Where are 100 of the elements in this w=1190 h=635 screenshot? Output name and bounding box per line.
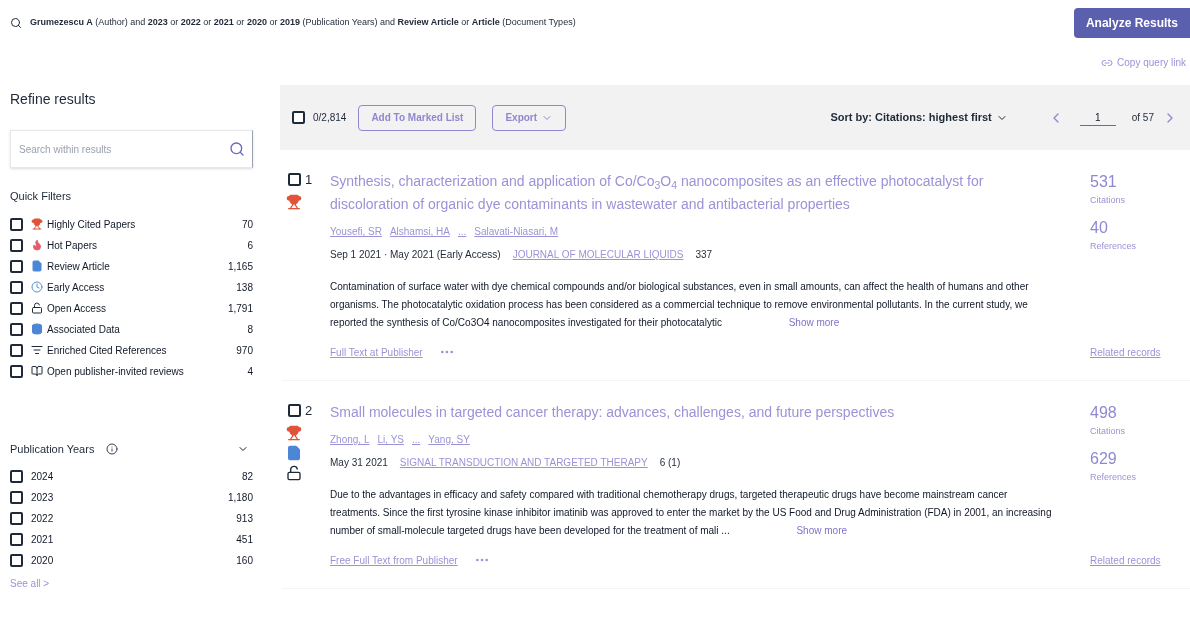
- checkbox[interactable]: [10, 512, 23, 525]
- sort-dropdown[interactable]: Sort by: Citations: highest first: [830, 109, 1008, 126]
- citation-count[interactable]: 531: [1090, 170, 1190, 194]
- journal-link[interactable]: JOURNAL OF MOLECULAR LIQUIDS: [512, 247, 684, 262]
- record-title[interactable]: Small molecules in targeted cancer therapy: advances, challenges, and future perspectives: [330, 401, 1078, 424]
- trophy-icon: [286, 193, 302, 210]
- document-icon: [286, 444, 302, 461]
- analyze-results-button[interactable]: Analyze Results: [1073, 7, 1190, 38]
- search-icon[interactable]: [229, 141, 245, 157]
- search-icon: [10, 16, 22, 29]
- export-button[interactable]: Export: [492, 104, 567, 131]
- record-title[interactable]: Synthesis, characterization and application of Co/Co$_{3}$O$_{4}$ nanocomposites as an effective photocatalyst for discoloration of organic dye contaminants in wastewater and antibacterial properties: [330, 170, 1078, 216]
- author-link[interactable]: Zhong, L: [330, 432, 370, 447]
- citations-label: Citations: [1090, 425, 1126, 438]
- selected-count: 0/2,814: [313, 111, 347, 125]
- lock-icon: [286, 464, 302, 481]
- checkbox[interactable]: [10, 470, 23, 483]
- author-link[interactable]: Yousefi, SR: [330, 224, 382, 239]
- lock-icon: [31, 302, 43, 314]
- filter-label[interactable]: Highly Cited Papers: [47, 216, 238, 232]
- query-text: Grumezescu A (Author) and 2023 or 2022 or 2021 or 2020 or 2019 (Publication Years) and Review Article or Article (Document Types): [30, 15, 576, 29]
- filter-count: 4: [247, 364, 253, 379]
- author-link[interactable]: Yang, SY: [428, 432, 470, 447]
- show-more-link[interactable]: Show more: [796, 525, 848, 536]
- filter-label[interactable]: Associated Data: [47, 321, 244, 337]
- trophy-icon: [286, 424, 302, 441]
- year-label[interactable]: 2022: [31, 511, 229, 526]
- year-label[interactable]: 2024: [31, 469, 234, 484]
- filter-label[interactable]: Open Access: [47, 300, 224, 316]
- checkbox[interactable]: [292, 111, 305, 124]
- reference-count[interactable]: 629: [1090, 446, 1190, 471]
- abstract-text: Due to the advantages in efficacy and safety compared with traditional chemotherapy drugs, targeted therapeutic drugs have become mainstream cancer treatments. Since the first tyrosine kinase inhibitor imatinib was approved to enter the market by the US Food and Drug Administration (FDA) in 2001, an increasing number of small-molecule targeted drugs have been developed for the treatment of mali ... Show more: [330, 488, 1053, 538]
- filter-count: 1,791: [227, 301, 253, 316]
- year-label[interactable]: 2021: [31, 532, 229, 547]
- author-link[interactable]: Salavati-Niasari, M: [474, 224, 559, 239]
- reference-count[interactable]: 40: [1090, 215, 1190, 240]
- full-text-link[interactable]: Full Text at Publisher: [330, 344, 423, 360]
- filter-count: 6: [247, 238, 253, 253]
- citation-count[interactable]: 498: [1090, 401, 1190, 425]
- full-text-link[interactable]: Free Full Text from Publisher: [330, 552, 458, 568]
- section-title: Publication Years: [10, 441, 95, 457]
- volume: 6 (1): [659, 456, 681, 470]
- year-label[interactable]: 2023: [31, 490, 220, 505]
- search-field[interactable]: Search within results: [10, 130, 253, 168]
- filter-count: 970: [236, 343, 253, 358]
- checkbox[interactable]: [10, 280, 23, 294]
- page-total: of 57: [1131, 111, 1154, 125]
- publication-date: Sep 1 2021 · May 2021 (Early Access): [330, 248, 501, 262]
- checkbox[interactable]: [287, 404, 301, 418]
- filter-label[interactable]: Review Article: [47, 258, 224, 274]
- record-number: 1: [304, 171, 313, 189]
- author-link[interactable]: Li, YS: [377, 432, 404, 447]
- copy-query-link[interactable]: Copy query link: [1117, 55, 1186, 70]
- checkbox[interactable]: [10, 259, 23, 273]
- year-label[interactable]: 2020: [31, 553, 229, 568]
- checkbox[interactable]: [10, 343, 23, 357]
- publication-date: May 31 2021: [330, 456, 388, 470]
- filter-label[interactable]: Early Access: [47, 279, 233, 295]
- references-label: References: [1090, 239, 1138, 253]
- year-count: 1,180: [227, 491, 253, 505]
- book-icon: [31, 365, 43, 377]
- section-title: Quick Filters: [10, 189, 73, 204]
- checkbox[interactable]: [10, 364, 23, 378]
- page-field[interactable]: 1: [1079, 109, 1116, 126]
- filter-count: 138: [236, 280, 253, 295]
- filter-label[interactable]: Hot Papers: [47, 237, 244, 253]
- author-link[interactable]: ...: [412, 432, 421, 447]
- checkbox[interactable]: [10, 238, 23, 252]
- journal-link[interactable]: SIGNAL TRANSDUCTION AND TARGETED THERAPY: [399, 455, 648, 470]
- checkbox[interactable]: [287, 173, 301, 187]
- checkbox[interactable]: [10, 533, 23, 546]
- year-count: 82: [241, 470, 253, 484]
- filter-count: 8: [247, 322, 253, 337]
- database-icon: [31, 323, 43, 335]
- year-count: 451: [236, 533, 253, 547]
- related-records-link[interactable]: Related records: [1090, 553, 1190, 568]
- show-more-link[interactable]: Show more: [788, 317, 840, 328]
- filter-count: 70: [241, 217, 253, 232]
- year-count: 913: [236, 512, 253, 526]
- author-link[interactable]: Alshamsi, HA: [389, 224, 450, 239]
- citations-label: Citations: [1090, 194, 1126, 207]
- record-number: 2: [304, 402, 313, 420]
- add-to-marked-list-button[interactable]: Add To Marked List: [358, 104, 477, 131]
- references-label: References: [1090, 470, 1138, 484]
- filter-label[interactable]: Open publisher-invited reviews: [47, 363, 244, 379]
- flame-icon: [31, 239, 43, 251]
- checkbox[interactable]: [10, 554, 23, 567]
- checkbox[interactable]: [10, 322, 23, 336]
- checkbox[interactable]: [10, 217, 23, 231]
- related-records-link[interactable]: Related records: [1090, 345, 1190, 360]
- trophy-icon: [31, 218, 43, 230]
- author-link[interactable]: ...: [457, 224, 467, 239]
- document-icon: [31, 260, 43, 272]
- list-icon: [31, 344, 43, 356]
- info-icon[interactable]: [106, 442, 119, 455]
- see-all-link[interactable]: See all >: [10, 576, 253, 591]
- filter-label[interactable]: Enriched Cited References: [47, 342, 233, 358]
- checkbox[interactable]: [10, 491, 23, 504]
- abstract-text: Contamination of surface water with dye chemical compounds and/or biological substances, even in small amounts, can affect the health of humans and other organisms. The photocatalytic oxidation process has been considered as a commercial technique to remove environmental pollutants. In the current study, we reported the synthesis of Co/Co3O4 nanocomposites investigated for their photocatalytic Show more: [330, 280, 1030, 330]
- checkbox[interactable]: [10, 301, 23, 315]
